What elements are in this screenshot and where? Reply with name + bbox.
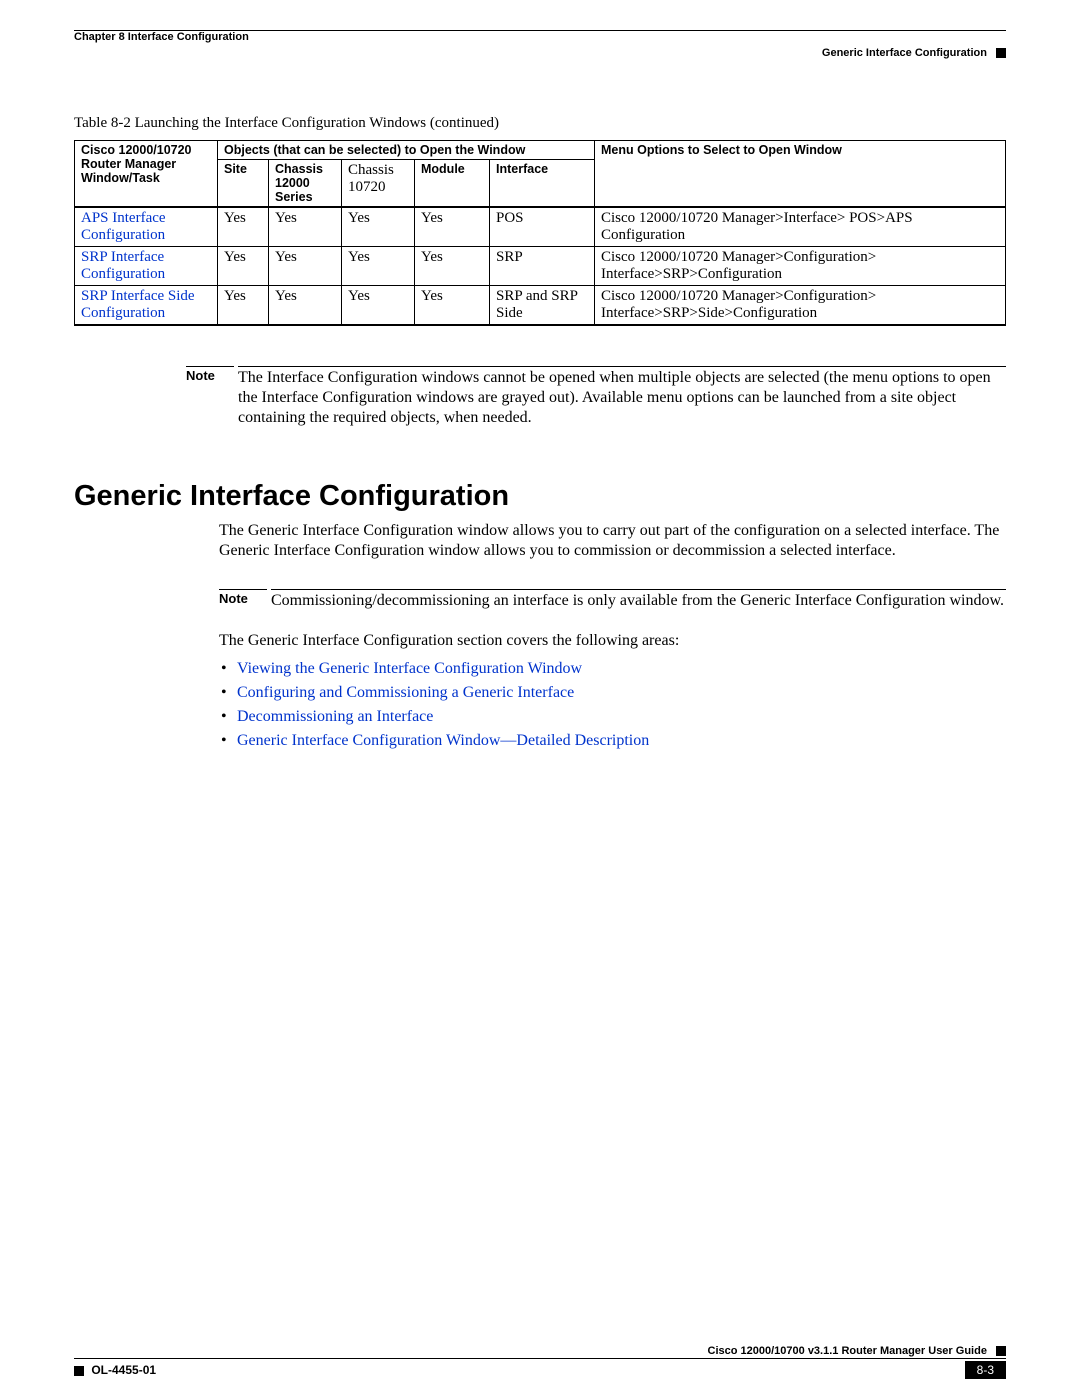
cell: SRP and SRP Side [490,286,595,326]
note-text: The Interface Configuration windows cann… [238,366,1006,428]
th-menu: Menu Options to Select to Open Window [595,141,1006,208]
running-head: Chapter 8 Interface Configuration Generi… [74,30,1006,59]
cell: SRP [490,247,595,286]
cell: Yes [218,286,269,326]
footer-guide: Cisco 12000/10700 v3.1.1 Router Manager … [708,1345,987,1357]
table-row: APS Interface Configuration Yes Yes Yes … [75,207,1006,247]
doc-link[interactable]: Decommissioning an Interface [237,708,433,725]
cell: Yes [415,247,490,286]
task-link[interactable]: APS Interface Configuration [81,210,166,243]
note-label: Note [186,366,234,383]
cell: POS [490,207,595,247]
th-mod: Module [415,160,490,208]
header-mark-icon [996,48,1006,58]
page-footer: Cisco 12000/10700 v3.1.1 Router Manager … [74,1345,1006,1379]
doc-link[interactable]: Generic Interface Configuration Window—D… [237,732,649,749]
table-row: SRP Interface Side Configuration Yes Yes… [75,286,1006,326]
link-list: Viewing the Generic Interface Configurat… [219,657,1006,753]
footer-mark-icon [996,1346,1006,1356]
note-block: Note The Interface Configuration windows… [186,366,1006,428]
th-c12: Chassis 12000 Series [269,160,342,208]
note-text: Commissioning/decommissioning an interfa… [271,589,1006,611]
body-paragraph: The Generic Interface Configuration wind… [219,521,1006,561]
th-intf: Interface [490,160,595,208]
cell: Yes [218,207,269,247]
running-head-sub: Generic Interface Configuration [822,47,987,59]
th-c107: Chassis 10720 [342,160,415,208]
cell: Yes [342,207,415,247]
cell: Yes [269,207,342,247]
footer-docid: OL-4455-01 [91,1363,156,1377]
chapter-label: Chapter 8 Interface Configuration [74,31,249,43]
cell: Yes [269,286,342,326]
cell: Yes [269,247,342,286]
cell: Yes [342,286,415,326]
task-link[interactable]: SRP Interface Side Configuration [81,288,195,321]
list-item: Decommissioning an Interface [237,705,1006,729]
table-row: SRP Interface Configuration Yes Yes Yes … [75,247,1006,286]
note-label: Note [219,589,267,606]
body-paragraph: The Generic Interface Configuration sect… [219,631,1006,651]
th-site: Site [218,160,269,208]
cell: Yes [218,247,269,286]
cell: Cisco 12000/10720 Manager>Configuration>… [595,247,1006,286]
list-item: Viewing the Generic Interface Configurat… [237,657,1006,681]
table-caption: Table 8-2 Launching the Interface Config… [74,115,1006,132]
doc-link[interactable]: Configuring and Commissioning a Generic … [237,684,574,701]
doc-link[interactable]: Viewing the Generic Interface Configurat… [237,660,582,677]
footer-mark-icon [74,1366,84,1376]
list-item: Generic Interface Configuration Window—D… [237,729,1006,753]
note-block: Note Commissioning/decommissioning an in… [219,589,1006,611]
page-number: 8-3 [965,1361,1006,1379]
config-table: Cisco 12000/10720 Router Manager Window/… [74,140,1006,326]
cell: Cisco 12000/10720 Manager>Configuration>… [595,286,1006,326]
section-heading: Generic Interface Configuration [74,480,1006,513]
th-group: Objects (that can be selected) to Open t… [218,141,595,160]
th-task: Cisco 12000/10720 Router Manager Window/… [75,141,218,208]
list-item: Configuring and Commissioning a Generic … [237,681,1006,705]
cell: Cisco 12000/10720 Manager>Interface> POS… [595,207,1006,247]
task-link[interactable]: SRP Interface Configuration [81,249,165,282]
cell: Yes [415,286,490,326]
cell: Yes [342,247,415,286]
cell: Yes [415,207,490,247]
